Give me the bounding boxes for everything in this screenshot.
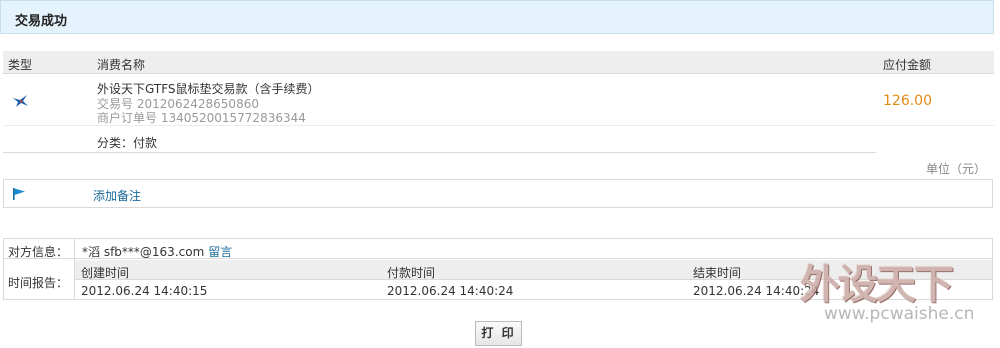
order-number: 商户订单号 1340520015772836344 (97, 111, 306, 125)
divider (876, 152, 994, 153)
status-header: 交易成功 (0, 0, 994, 34)
column-header-amount: 应付金额 (883, 58, 932, 72)
print-button[interactable]: 打 印 (475, 321, 522, 346)
table-row: 外设天下GTFS鼠标垫交易款（含手续费） 交易号 201206242865086… (3, 74, 994, 126)
category-label: 分类：付款 (97, 136, 158, 150)
table-header: 类型 消费名称 应付金额 (3, 51, 994, 74)
party-account: *滔 sfb***@163.com (82, 245, 205, 259)
column-header-name: 消费名称 (97, 58, 146, 72)
column-header-type: 类型 (8, 58, 33, 72)
add-note-link[interactable]: 添加备注 (93, 187, 141, 204)
watermark: 外设天下 www.pcwaishe.cn (800, 252, 990, 332)
created-time-header: 创建时间 (81, 266, 130, 280)
ended-time-header: 结束时间 (693, 266, 742, 280)
party-label: 对方信息： (8, 245, 69, 259)
category-row: 分类：付款 (3, 127, 994, 153)
bird-logo-icon (13, 95, 28, 107)
watermark-url: www.pcwaishe.cn (824, 304, 975, 324)
time-label: 时间报告： (8, 276, 69, 290)
watermark-logo: 外设天下 (800, 262, 954, 308)
paid-time-header: 付款时间 (387, 266, 436, 280)
note-section: 添加备注 (3, 179, 993, 208)
unit-label: 单位（元） (925, 162, 986, 176)
amount-value: 126.00 (883, 93, 932, 109)
created-time: 2012.06.24 14:40:15 (81, 284, 208, 298)
party-value: *滔 sfb***@163.com 留言 (82, 243, 232, 260)
message-link[interactable]: 留言 (208, 245, 232, 259)
flag-icon (13, 188, 25, 200)
paid-time: 2012.06.24 14:40:24 (387, 284, 514, 298)
page-title: 交易成功 (15, 14, 68, 29)
